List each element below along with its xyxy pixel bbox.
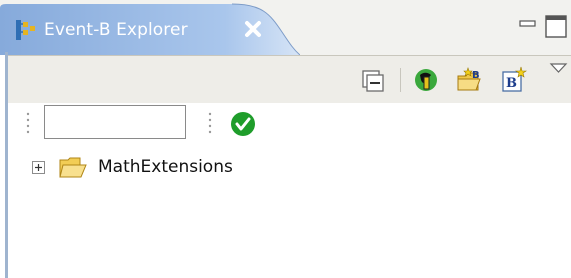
svg-text:B: B	[506, 76, 517, 91]
view-tab[interactable]: Event-B Explorer	[0, 0, 300, 55]
svg-text:B: B	[472, 70, 480, 81]
minimize-icon[interactable]	[519, 15, 537, 34]
event-b-explorer-icon	[14, 18, 38, 42]
view-menu-icon[interactable]	[548, 60, 571, 88]
project-tree: MathExtensions	[8, 145, 571, 278]
toolbar-separator	[400, 68, 401, 92]
new-component-icon[interactable]: B	[456, 66, 484, 94]
plus-icon[interactable]	[32, 161, 45, 174]
filter-bar	[8, 103, 571, 145]
tree-item-label: MathExtensions	[98, 157, 233, 177]
filter-input[interactable]	[44, 105, 186, 139]
new-project-icon[interactable]	[412, 66, 440, 94]
new-event-b-icon[interactable]: B	[500, 66, 528, 94]
open-folder-icon	[58, 155, 88, 181]
view-tab-strip: Event-B Explorer	[0, 0, 571, 55]
checkmark-icon[interactable]	[230, 111, 256, 137]
tree-item[interactable]: MathExtensions	[8, 153, 408, 181]
close-icon[interactable]	[243, 19, 263, 39]
collapse-all-icon[interactable]	[358, 66, 386, 94]
view-toolbar: B B	[8, 55, 571, 104]
drag-handle[interactable]	[24, 109, 32, 139]
view-title: Event-B Explorer	[44, 20, 188, 40]
maximize-icon[interactable]	[545, 15, 567, 43]
drag-handle[interactable]	[206, 109, 214, 139]
